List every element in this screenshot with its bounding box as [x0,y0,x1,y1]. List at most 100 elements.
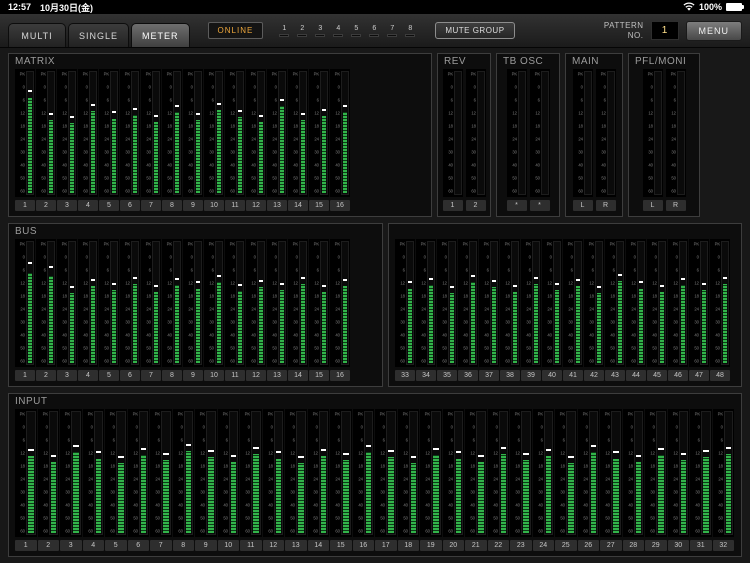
meter-peak [275,451,281,454]
meter-track [228,411,238,535]
meter-body: PK 0 6 12 18 24 30 40 50 60 [162,239,182,367]
meter-scale: PK 0 6 12 18 24 30 40 50 60 [630,242,636,364]
meter-track [521,411,531,535]
meter-scale: PK 0 6 12 18 24 30 40 50 60 [534,72,540,194]
meter-fill [217,282,221,363]
meter-channel-label: 23 [510,540,532,551]
mute-group-button[interactable]: MUTE GROUP [435,22,515,39]
meter-track [26,411,36,535]
online-indicator[interactable]: ONLINE [207,22,264,39]
meter-track [679,241,687,365]
meter-track [278,241,286,365]
meter-peak [280,282,284,285]
meter-app: 12:57 10月30日(金) 100% MULTI SINGLE METER … [0,0,750,563]
meter-scale: PK 0 6 12 18 24 30 40 50 60 [61,242,67,364]
meter-channel-label: 21 [465,540,487,551]
meter-scale: PK 0 6 12 18 24 30 40 50 60 [504,242,510,364]
meter-fill [322,116,326,193]
menu-button[interactable]: MENU [685,20,742,41]
meter-fill [343,459,349,533]
meter-scale: PK 0 6 12 18 24 30 40 50 60 [82,242,88,364]
main-panel: MAIN PK 0 6 12 18 24 30 40 50 60 L PK 0 6 12 18 24 30 40 50 6… [565,53,623,217]
meter-fill [280,289,284,363]
meter-body: PK 0 6 12 18 24 30 40 50 60 [36,69,56,197]
meter-matrix-15: PK 0 6 12 18 24 30 40 50 60 15 [309,69,329,211]
meter-body: PK 0 6 12 18 24 30 40 50 60 [437,239,457,367]
meter-channel-label: 15 [309,200,329,211]
meter-body: PK 0 6 12 18 24 30 40 50 60 [577,409,599,537]
meter-peak [523,452,529,455]
meter-row-bus2: PK 0 6 12 18 24 30 40 50 60 33 PK 0 6 12 18 24 30 40 50 60 34… [395,239,735,381]
meter-peak [576,279,580,282]
meter-peak [238,283,242,286]
meter-peak [478,455,484,458]
tab-multi[interactable]: MULTI [8,23,66,47]
meter-peak [70,286,74,289]
tab-single[interactable]: SINGLE [68,23,130,47]
meter-peak [217,275,221,278]
meter-body: PK 0 6 12 18 24 30 40 50 60 [37,409,59,537]
meter-channel-label: 16 [330,200,350,211]
meter-track [152,241,160,365]
meter-rev-2: PK 0 6 12 18 24 30 40 50 60 2 [465,69,486,211]
meter-tbosc-*: PK 0 6 12 18 24 30 40 50 60 * [506,69,527,211]
meter-peak [322,285,326,288]
meter-peak [49,112,53,115]
meter-channel-label: 16 [330,370,350,381]
meter-fill [196,288,200,363]
meter-track [299,241,307,365]
meter-peak [196,281,200,284]
meter-scale: PK 0 6 12 18 24 30 40 50 60 [469,412,475,534]
pattern-number-box[interactable]: 1 [650,21,679,40]
meter-scale: PK 0 6 12 18 24 30 40 50 60 [577,72,583,194]
meter-peak [534,276,538,279]
tab-meter[interactable]: METER [131,23,190,47]
meter-input-19: PK 0 6 12 18 24 30 40 50 60 19 [420,409,442,551]
meter-fill [635,462,641,533]
meter-fill [259,287,263,363]
meter-track [427,241,435,365]
meter-channel-label: 2 [36,370,56,381]
meter-channel-label: 36 [458,370,478,381]
meter-body: PK 0 6 12 18 24 30 40 50 60 [330,409,352,537]
view-tabs: MULTI SINGLE METER [8,14,190,47]
meter-fill [50,462,56,533]
meter-track [532,241,540,365]
meter-body: PK 0 6 12 18 24 30 40 50 60 [225,239,245,367]
meter-matrix-10: PK 0 6 12 18 24 30 40 50 60 10 [204,69,224,211]
input-panel: INPUT PK 0 6 12 18 24 30 40 50 60 1 PK 0 6 12 18 24 30 40 50… [8,393,742,557]
meter-body: PK 0 6 12 18 24 30 40 50 60 [183,69,203,197]
meter-scale: PK 0 6 12 18 24 30 40 50 60 [647,72,653,194]
meter-track [71,411,81,535]
meter-track [89,241,97,365]
meter-scale: PK 0 6 12 18 24 30 40 50 60 [424,412,430,534]
channel-led [351,33,362,37]
meter-matrix-11: PK 0 6 12 18 24 30 40 50 60 11 [225,69,245,211]
meter-track [89,71,97,195]
meter-bus2-42: PK 0 6 12 18 24 30 40 50 60 42 [584,239,604,381]
meter-scale: PK 0 6 12 18 24 30 40 50 60 [717,412,723,534]
meter-scale: PK 0 6 12 18 24 30 40 50 60 [627,412,633,534]
pattern-label-line2: NO. [627,30,644,40]
meter-fill [118,463,124,533]
meter-body: PK 0 6 12 18 24 30 40 50 60 [647,239,667,367]
meter-channel-label: 24 [532,540,554,551]
meter-bus2-35: PK 0 6 12 18 24 30 40 50 60 35 [437,239,457,381]
meter-track [138,411,148,535]
meter-channel-label: 4 [82,540,104,551]
meter-peak [613,451,619,454]
meter-body: PK 0 6 12 18 24 30 40 50 60 [667,409,689,537]
meter-peak [298,456,304,459]
meter-channel-label: 30 [667,540,689,551]
meter-bus2-39: PK 0 6 12 18 24 30 40 50 60 39 [521,239,541,381]
meter-track [588,411,598,535]
meter-peak [660,285,664,288]
meter-body: PK 0 6 12 18 24 30 40 50 60 [506,69,527,197]
meter-peak [455,451,461,454]
meter-channel-label: 10 [204,200,224,211]
channel-led [333,33,344,37]
meter-channel-label: 22 [487,540,509,551]
meter-body: PK 0 6 12 18 24 30 40 50 60 [267,239,287,367]
meter-fill [343,112,347,193]
meter-track [476,71,485,195]
